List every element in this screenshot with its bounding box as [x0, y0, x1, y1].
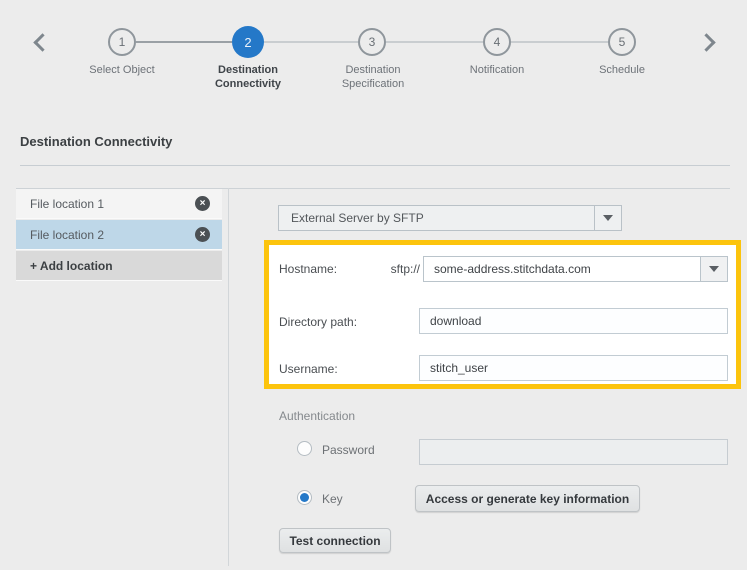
step-2-number: 2	[244, 34, 252, 50]
hostname-label: Hostname:	[279, 262, 338, 276]
section-divider	[20, 165, 730, 166]
add-location-button[interactable]: + Add location	[16, 251, 222, 281]
test-connection-button[interactable]: Test connection	[279, 528, 391, 553]
password-radio-label: Password	[322, 443, 375, 457]
step-connector-1-2	[136, 41, 232, 43]
stepper-next-icon[interactable]	[697, 33, 716, 52]
step-4-number: 4	[493, 35, 501, 49]
step-1-label: Select Object	[89, 64, 155, 76]
step-1-circle[interactable]: 1	[108, 28, 136, 56]
step-5-label: Schedule	[599, 64, 645, 76]
step-connector-2-3	[264, 41, 358, 43]
stepper-prev-icon[interactable]	[33, 33, 52, 52]
username-input[interactable]	[419, 355, 728, 381]
step-2-circle[interactable]: 2	[232, 26, 264, 58]
username-label: Username:	[279, 362, 338, 376]
step-5-number: 5	[618, 35, 626, 49]
key-radio-label: Key	[322, 492, 343, 506]
page-title: Destination Connectivity	[20, 134, 173, 149]
list-item-label: File location 1	[30, 196, 105, 211]
access-key-button[interactable]: Access or generate key information	[415, 485, 640, 512]
add-location-label: + Add location	[30, 258, 113, 273]
chevron-down-icon[interactable]	[700, 257, 727, 281]
list-item-file-location-2[interactable]: File location 2 ×	[16, 220, 222, 250]
panel-divider	[228, 188, 229, 566]
directory-path-label: Directory path:	[279, 315, 358, 329]
authentication-label: Authentication	[279, 409, 356, 423]
hostname-protocol-prefix: sftp://	[390, 262, 420, 276]
hostname-input[interactable]	[424, 257, 700, 281]
step-3-circle[interactable]: 3	[358, 28, 386, 56]
destination-type-select[interactable]: External Server by SFTP	[278, 205, 622, 231]
step-connector-4-5	[511, 41, 608, 43]
step-4-label: Notification	[469, 64, 525, 76]
chevron-down-icon[interactable]	[594, 206, 621, 230]
remove-location-icon[interactable]: ×	[195, 196, 210, 211]
step-5-circle[interactable]: 5	[608, 28, 636, 56]
step-4-circle[interactable]: 4	[483, 28, 511, 56]
directory-path-input[interactable]	[419, 308, 728, 334]
remove-location-icon[interactable]: ×	[195, 227, 210, 242]
list-item-label: File location 2	[30, 227, 105, 242]
password-radio[interactable]	[297, 441, 312, 456]
password-input[interactable]	[419, 439, 728, 465]
hostname-combobox	[423, 256, 728, 282]
step-3-number: 3	[368, 35, 376, 49]
step-connector-3-4	[386, 41, 483, 43]
destination-type-value: External Server by SFTP	[291, 211, 424, 225]
step-3-label: Destination Specification	[341, 64, 405, 90]
step-2-label: Destination Connectivity	[214, 64, 281, 90]
key-radio[interactable]	[297, 490, 312, 505]
list-item-file-location-1[interactable]: File location 1 ×	[16, 189, 222, 219]
step-1-number: 1	[118, 35, 126, 49]
